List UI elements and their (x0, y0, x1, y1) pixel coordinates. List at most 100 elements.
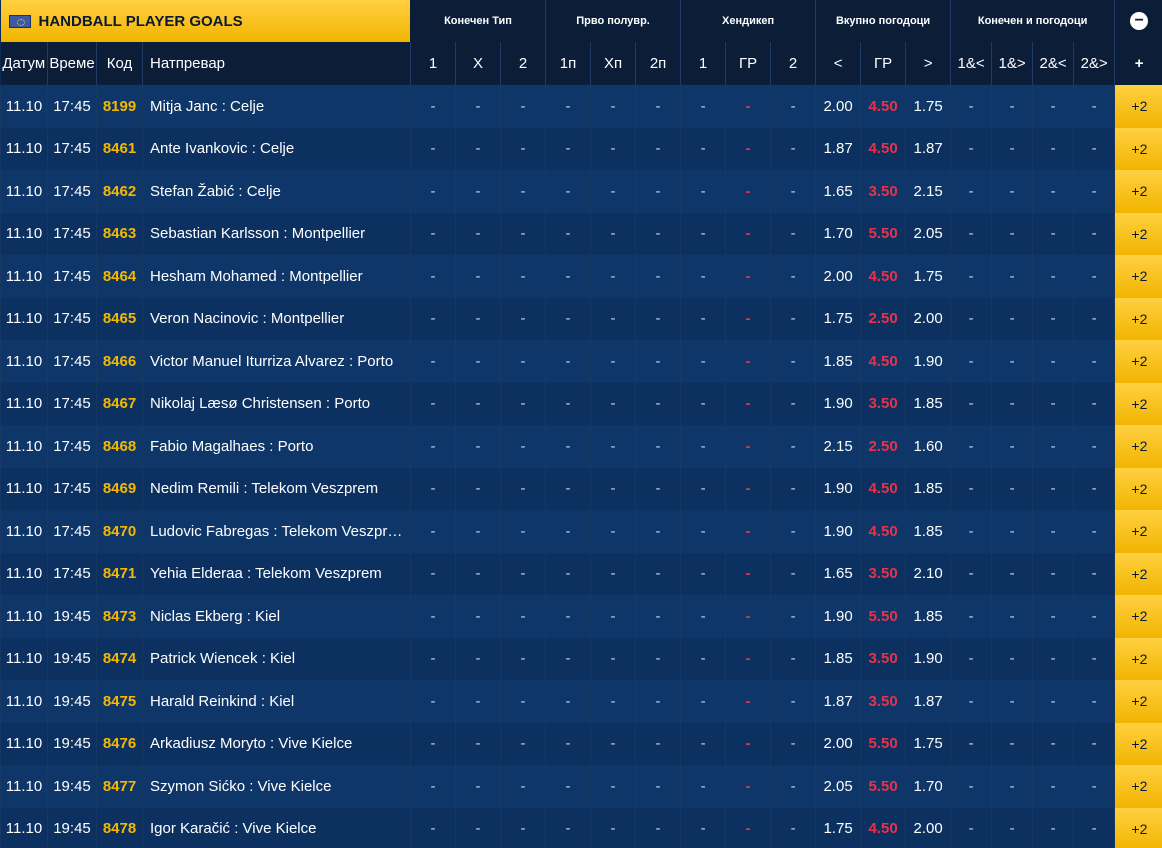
match-name[interactable]: Yehia Elderaa : Telekom Veszprem (142, 552, 411, 595)
more-markets-button[interactable]: +2 (1114, 722, 1162, 765)
odd-combo-2[interactable]: - (1032, 510, 1075, 553)
odd-ft-2[interactable]: - (500, 85, 547, 128)
more-markets-button[interactable]: +2 (1114, 467, 1162, 510)
odd-hcp-1[interactable]: - (725, 85, 772, 128)
odd-total-over[interactable]: 1.90 (905, 340, 952, 383)
match-name[interactable]: Patrick Wiencek : Kiel (142, 637, 411, 680)
match-name[interactable]: Fabio Magalhaes : Porto (142, 425, 411, 468)
table-row[interactable]: 11.10 17:45 8468 Fabio Magalhaes : Porto - - -… (0, 425, 1162, 468)
table-row[interactable]: 11.10 17:45 8469 Nedim Remili : Telekom Ves… (0, 467, 1162, 510)
match-name[interactable]: Nedim Remili : Telekom Veszprem (142, 467, 411, 510)
odd-ft-2[interactable]: - (500, 255, 547, 298)
more-markets-button[interactable]: +2 (1114, 127, 1162, 170)
odd-ft-2[interactable]: - (500, 212, 547, 255)
odd-ft-2[interactable]: - (500, 170, 547, 213)
odd-hcp-0[interactable]: - (680, 425, 727, 468)
col-header-match[interactable]: Натпревар (142, 42, 411, 85)
odd-hcp-0[interactable]: - (680, 807, 727, 848)
odd-total-under[interactable]: 1.75 (815, 807, 862, 848)
odd-ft-0[interactable]: - (410, 765, 456, 808)
collapse-button[interactable]: − (1114, 0, 1162, 42)
odd-ft-1[interactable]: - (455, 382, 501, 425)
odd-ht-1[interactable]: - (590, 425, 637, 468)
odd-combo-3[interactable]: - (1073, 552, 1116, 595)
odd-combo-3[interactable]: - (1073, 340, 1116, 383)
odd-ft-0[interactable]: - (410, 85, 456, 128)
odd-ht-2[interactable]: - (635, 595, 682, 638)
odd-hcp-1[interactable]: - (725, 127, 772, 170)
table-row[interactable]: 11.10 19:45 8475 Harald Reinkind : Kiel - - - -… (0, 680, 1162, 723)
odd-ft-2[interactable]: - (500, 127, 547, 170)
odd-ft-1[interactable]: - (455, 255, 501, 298)
odd-hcp-0[interactable]: - (680, 85, 727, 128)
odd-hcp-1[interactable]: - (725, 680, 772, 723)
odd-ft-2[interactable]: - (500, 595, 547, 638)
odd-ft-2[interactable]: - (500, 297, 547, 340)
odd-ft-0[interactable]: - (410, 170, 456, 213)
odd-combo-1[interactable]: - (991, 212, 1034, 255)
odd-hcp-2[interactable]: - (770, 170, 817, 213)
more-markets-button[interactable]: +2 (1114, 765, 1162, 808)
odd-ft-1[interactable]: - (455, 127, 501, 170)
odd-ht-0[interactable]: - (545, 382, 592, 425)
odd-combo-1[interactable]: - (991, 255, 1034, 298)
odd-ht-1[interactable]: - (590, 765, 637, 808)
odd-hcp-0[interactable]: - (680, 340, 727, 383)
odd-ft-1[interactable]: - (455, 170, 501, 213)
table-row[interactable]: 11.10 17:45 8462 Stefan Žabić : Celje - - - - - -… (0, 170, 1162, 213)
odd-combo-0[interactable]: - (950, 765, 993, 808)
col-header-code[interactable]: Код (96, 42, 143, 85)
odd-ht-2[interactable]: - (635, 127, 682, 170)
odd-total-under[interactable]: 2.05 (815, 765, 862, 808)
odd-combo-1[interactable]: - (991, 297, 1034, 340)
odd-ht-2[interactable]: - (635, 297, 682, 340)
odd-combo-0[interactable]: - (950, 340, 993, 383)
odd-combo-0[interactable]: - (950, 552, 993, 595)
table-row[interactable]: 11.10 17:45 8464 Hesham Mohamed : Montpelli… (0, 255, 1162, 298)
odd-hcp-1[interactable]: - (725, 552, 772, 595)
odd-combo-0[interactable]: - (950, 680, 993, 723)
odd-hcp-1[interactable]: - (725, 595, 772, 638)
odd-ft-0[interactable]: - (410, 297, 456, 340)
odd-combo-1[interactable]: - (991, 467, 1034, 510)
expand-all-button[interactable]: + (1114, 42, 1162, 85)
odd-total-under[interactable]: 1.90 (815, 382, 862, 425)
odd-combo-3[interactable]: - (1073, 85, 1116, 128)
odd-hcp-0[interactable]: - (680, 765, 727, 808)
odd-combo-3[interactable]: - (1073, 807, 1116, 848)
odd-ft-2[interactable]: - (500, 722, 547, 765)
odd-hcp-1[interactable]: - (725, 467, 772, 510)
odd-ht-1[interactable]: - (590, 170, 637, 213)
odd-ht-0[interactable]: - (545, 595, 592, 638)
odd-combo-3[interactable]: - (1073, 765, 1116, 808)
odd-ht-1[interactable]: - (590, 340, 637, 383)
odd-combo-2[interactable]: - (1032, 425, 1075, 468)
odd-combo-1[interactable]: - (991, 382, 1034, 425)
odd-combo-3[interactable]: - (1073, 297, 1116, 340)
odd-ht-2[interactable]: - (635, 85, 682, 128)
odd-ht-0[interactable]: - (545, 212, 592, 255)
odd-ht-1[interactable]: - (590, 637, 637, 680)
odd-hcp-1[interactable]: - (725, 765, 772, 808)
odd-total-over[interactable]: 2.15 (905, 170, 952, 213)
odd-ft-0[interactable]: - (410, 255, 456, 298)
odd-combo-2[interactable]: - (1032, 595, 1075, 638)
odd-ft-2[interactable]: - (500, 765, 547, 808)
odd-ht-0[interactable]: - (545, 170, 592, 213)
odd-total-over[interactable]: 1.87 (905, 127, 952, 170)
odd-total-over[interactable]: 1.85 (905, 467, 952, 510)
more-markets-button[interactable]: +2 (1114, 340, 1162, 383)
odd-ht-0[interactable]: - (545, 637, 592, 680)
odd-ft-0[interactable]: - (410, 510, 456, 553)
odd-ht-1[interactable]: - (590, 255, 637, 298)
odd-combo-0[interactable]: - (950, 722, 993, 765)
odd-ft-1[interactable]: - (455, 425, 501, 468)
more-markets-button[interactable]: +2 (1114, 212, 1162, 255)
odd-ft-1[interactable]: - (455, 807, 501, 848)
odd-ht-2[interactable]: - (635, 807, 682, 848)
odd-ft-0[interactable]: - (410, 382, 456, 425)
odd-hcp-0[interactable]: - (680, 510, 727, 553)
odd-total-under[interactable]: 2.15 (815, 425, 862, 468)
odd-hcp-0[interactable]: - (680, 680, 727, 723)
odd-ft-1[interactable]: - (455, 85, 501, 128)
